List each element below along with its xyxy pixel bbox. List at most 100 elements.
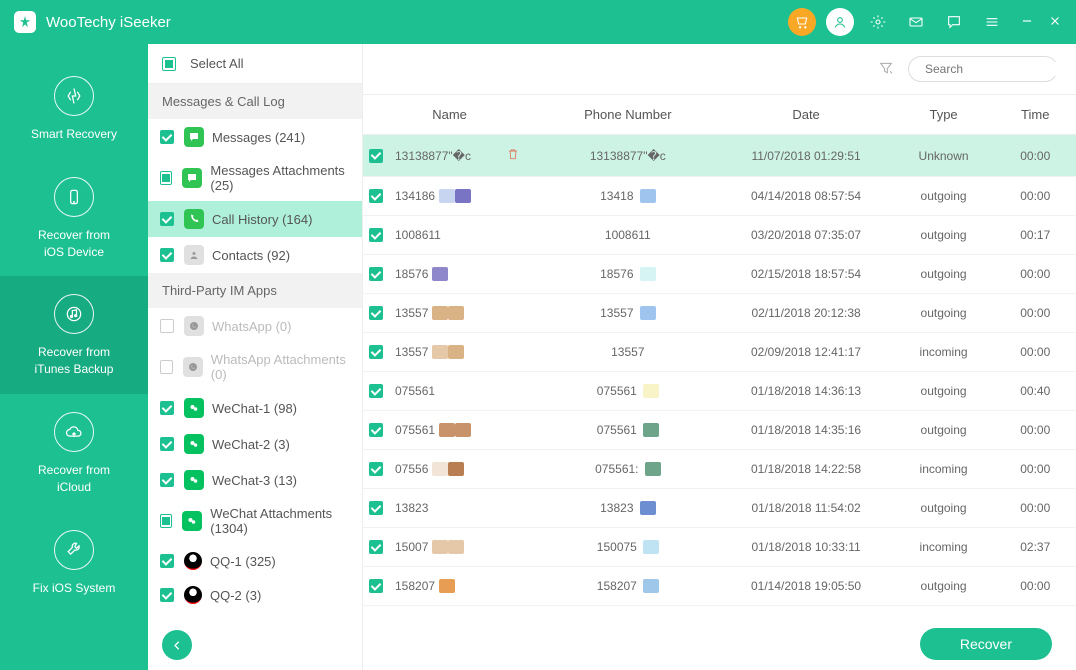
cell-name: 07556 — [395, 462, 428, 476]
category-item[interactable]: QQ-1 (325) — [148, 544, 362, 578]
row-checkbox[interactable] — [369, 267, 383, 281]
row-checkbox[interactable] — [369, 149, 383, 163]
cell-type: incoming — [893, 333, 995, 372]
category-section-header: Messages & Call Log — [148, 84, 362, 119]
cell-date: 01/18/2018 10:33:11 — [719, 528, 892, 567]
category-checkbox[interactable] — [160, 319, 174, 333]
feedback-icon[interactable] — [940, 8, 968, 36]
col-time[interactable]: Time — [994, 95, 1076, 135]
select-all-toggle[interactable]: Select All — [162, 56, 243, 71]
table-row[interactable]: 185761857602/15/2018 18:57:54outgoing00:… — [363, 255, 1076, 294]
cell-name: 1008611 — [395, 228, 441, 242]
cell-phone: 158207 — [597, 579, 637, 593]
category-item[interactable]: QQ-3 (6) — [148, 612, 362, 620]
row-checkbox[interactable] — [369, 462, 383, 476]
nav-recover-ios-device[interactable]: Recover fromiOS Device — [0, 159, 148, 277]
nav-label: Smart Recovery — [31, 126, 117, 143]
smart-recovery-icon — [54, 76, 94, 116]
table-row[interactable]: 1500715007501/18/2018 10:33:11incoming02… — [363, 528, 1076, 567]
category-item[interactable]: WhatsApp Attachments (0) — [148, 344, 362, 390]
table-row[interactable]: 07556075561:01/18/2018 14:22:58incoming0… — [363, 450, 1076, 489]
cart-icon[interactable] — [788, 8, 816, 36]
category-checkbox[interactable] — [160, 248, 174, 262]
table-row[interactable]: 135571355702/11/2018 20:12:38outgoing00:… — [363, 294, 1076, 333]
cell-type: outgoing — [893, 411, 995, 450]
cell-time: 00:00 — [994, 255, 1076, 294]
row-checkbox[interactable] — [369, 189, 383, 203]
filter-icon[interactable] — [878, 60, 908, 79]
category-label: WhatsApp Attachments (0) — [211, 352, 350, 382]
nav-recover-itunes[interactable]: Recover fromiTunes Backup — [0, 276, 148, 394]
cell-type: outgoing — [893, 567, 995, 606]
cell-phone: 18576 — [600, 267, 633, 281]
col-phone[interactable]: Phone Number — [536, 95, 719, 135]
table-row[interactable]: 07556107556101/18/2018 14:36:13outgoing0… — [363, 372, 1076, 411]
nav-recover-icloud[interactable]: Recover fromiCloud — [0, 394, 148, 512]
col-name[interactable]: Name — [363, 95, 536, 135]
category-item[interactable]: Contacts (92) — [148, 237, 362, 273]
search-box[interactable] — [908, 56, 1058, 82]
table-row[interactable]: 1341861341804/14/2018 08:57:54outgoing00… — [363, 177, 1076, 216]
table-row[interactable]: 13138877"�c13138877"�c11/07/2018 01:29:5… — [363, 135, 1076, 177]
row-checkbox[interactable] — [369, 423, 383, 437]
category-label: WhatsApp (0) — [212, 319, 291, 334]
category-label: WeChat-3 (13) — [212, 473, 297, 488]
category-label: QQ-2 (3) — [210, 588, 261, 603]
nav-fix-ios[interactable]: Fix iOS System — [0, 512, 148, 613]
table-row[interactable]: 1008611100861103/20/2018 07:35:07outgoin… — [363, 216, 1076, 255]
category-item[interactable]: WeChat-2 (3) — [148, 426, 362, 462]
row-checkbox[interactable] — [369, 306, 383, 320]
category-item[interactable]: Messages Attachments (25) — [148, 155, 362, 201]
category-checkbox[interactable] — [160, 401, 174, 415]
category-checkbox[interactable] — [160, 437, 174, 451]
cell-type: outgoing — [893, 294, 995, 333]
category-item[interactable]: WeChat Attachments (1304) — [148, 498, 362, 544]
row-checkbox[interactable] — [369, 345, 383, 359]
cell-name: 158207 — [395, 579, 435, 593]
category-item[interactable]: WeChat-1 (98) — [148, 390, 362, 426]
col-date[interactable]: Date — [719, 95, 892, 135]
category-checkbox[interactable] — [160, 360, 173, 374]
category-item[interactable]: Messages (241) — [148, 119, 362, 155]
category-label: QQ-1 (325) — [210, 554, 276, 569]
mail-icon[interactable] — [902, 8, 930, 36]
app-logo — [14, 11, 36, 33]
category-item[interactable]: WeChat-3 (13) — [148, 462, 362, 498]
category-checkbox[interactable] — [160, 473, 174, 487]
cell-date: 01/18/2018 14:36:13 — [719, 372, 892, 411]
row-checkbox[interactable] — [369, 501, 383, 515]
category-checkbox[interactable] — [160, 171, 172, 185]
content-panel: Name Phone Number Date Type Time 1313887… — [363, 44, 1076, 670]
table-row[interactable]: 15820715820701/14/2018 19:05:50outgoing0… — [363, 567, 1076, 606]
table-row[interactable]: 135571355702/09/2018 12:41:17incoming00:… — [363, 333, 1076, 372]
category-checkbox[interactable] — [160, 514, 172, 528]
table-row[interactable]: 07556107556101/18/2018 14:35:16outgoing0… — [363, 411, 1076, 450]
col-type[interactable]: Type — [893, 95, 995, 135]
minimize-button[interactable] — [1020, 14, 1034, 31]
cell-time: 02:37 — [994, 528, 1076, 567]
category-item[interactable]: QQ-2 (3) — [148, 578, 362, 612]
row-checkbox[interactable] — [369, 384, 383, 398]
search-input[interactable] — [925, 62, 1076, 76]
cell-time: 00:00 — [994, 567, 1076, 606]
row-checkbox[interactable] — [369, 228, 383, 242]
menu-icon[interactable] — [978, 8, 1006, 36]
category-item[interactable]: Call History (164) — [148, 201, 362, 237]
category-checkbox[interactable] — [160, 130, 174, 144]
table-row[interactable]: 138231382301/18/2018 11:54:02outgoing00:… — [363, 489, 1076, 528]
category-checkbox[interactable] — [160, 554, 174, 568]
recover-button[interactable]: Recover — [920, 628, 1052, 660]
delete-icon[interactable] — [506, 147, 520, 164]
cell-date: 01/18/2018 14:35:16 — [719, 411, 892, 450]
nav-smart-recovery[interactable]: Smart Recovery — [0, 58, 148, 159]
close-button[interactable] — [1048, 14, 1062, 31]
gear-icon[interactable] — [864, 8, 892, 36]
category-checkbox[interactable] — [160, 588, 174, 602]
select-all-checkbox[interactable] — [162, 57, 176, 71]
category-checkbox[interactable] — [160, 212, 174, 226]
back-button[interactable] — [162, 630, 192, 660]
user-icon[interactable] — [826, 8, 854, 36]
row-checkbox[interactable] — [369, 579, 383, 593]
row-checkbox[interactable] — [369, 540, 383, 554]
category-item[interactable]: WhatsApp (0) — [148, 308, 362, 344]
